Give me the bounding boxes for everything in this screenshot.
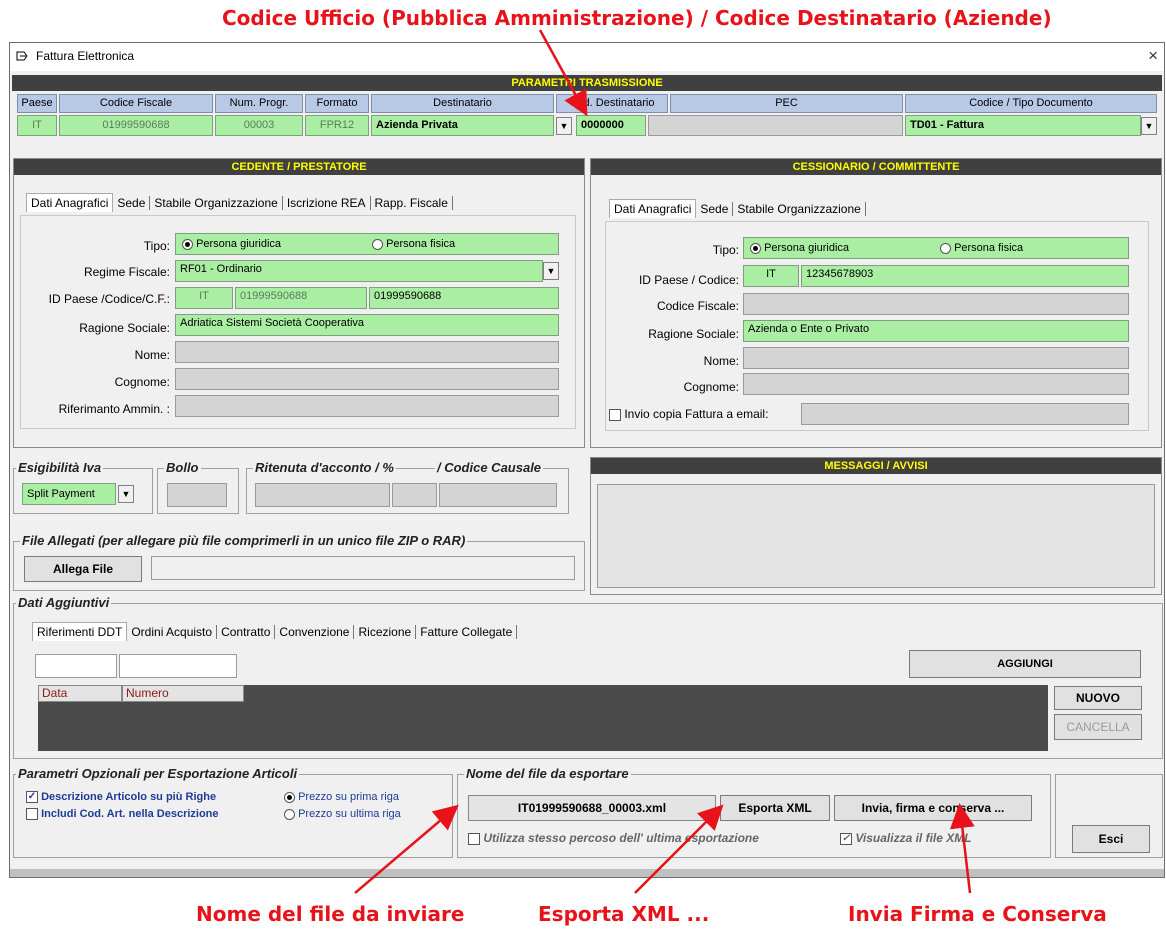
arrow-invia-firma — [949, 803, 975, 894]
arrow-esporta-xml — [634, 804, 724, 894]
annotation-invia-firma: Invia Firma e Conserva — [848, 902, 1107, 926]
annotation-nome-file: Nome del file da inviare — [196, 902, 465, 926]
arrow-cod-destinatario — [538, 29, 588, 117]
annotation-esporta-xml: Esporta XML ... — [538, 902, 710, 926]
arrow-nome-file — [354, 804, 459, 894]
annotation-arrows — [354, 29, 975, 894]
